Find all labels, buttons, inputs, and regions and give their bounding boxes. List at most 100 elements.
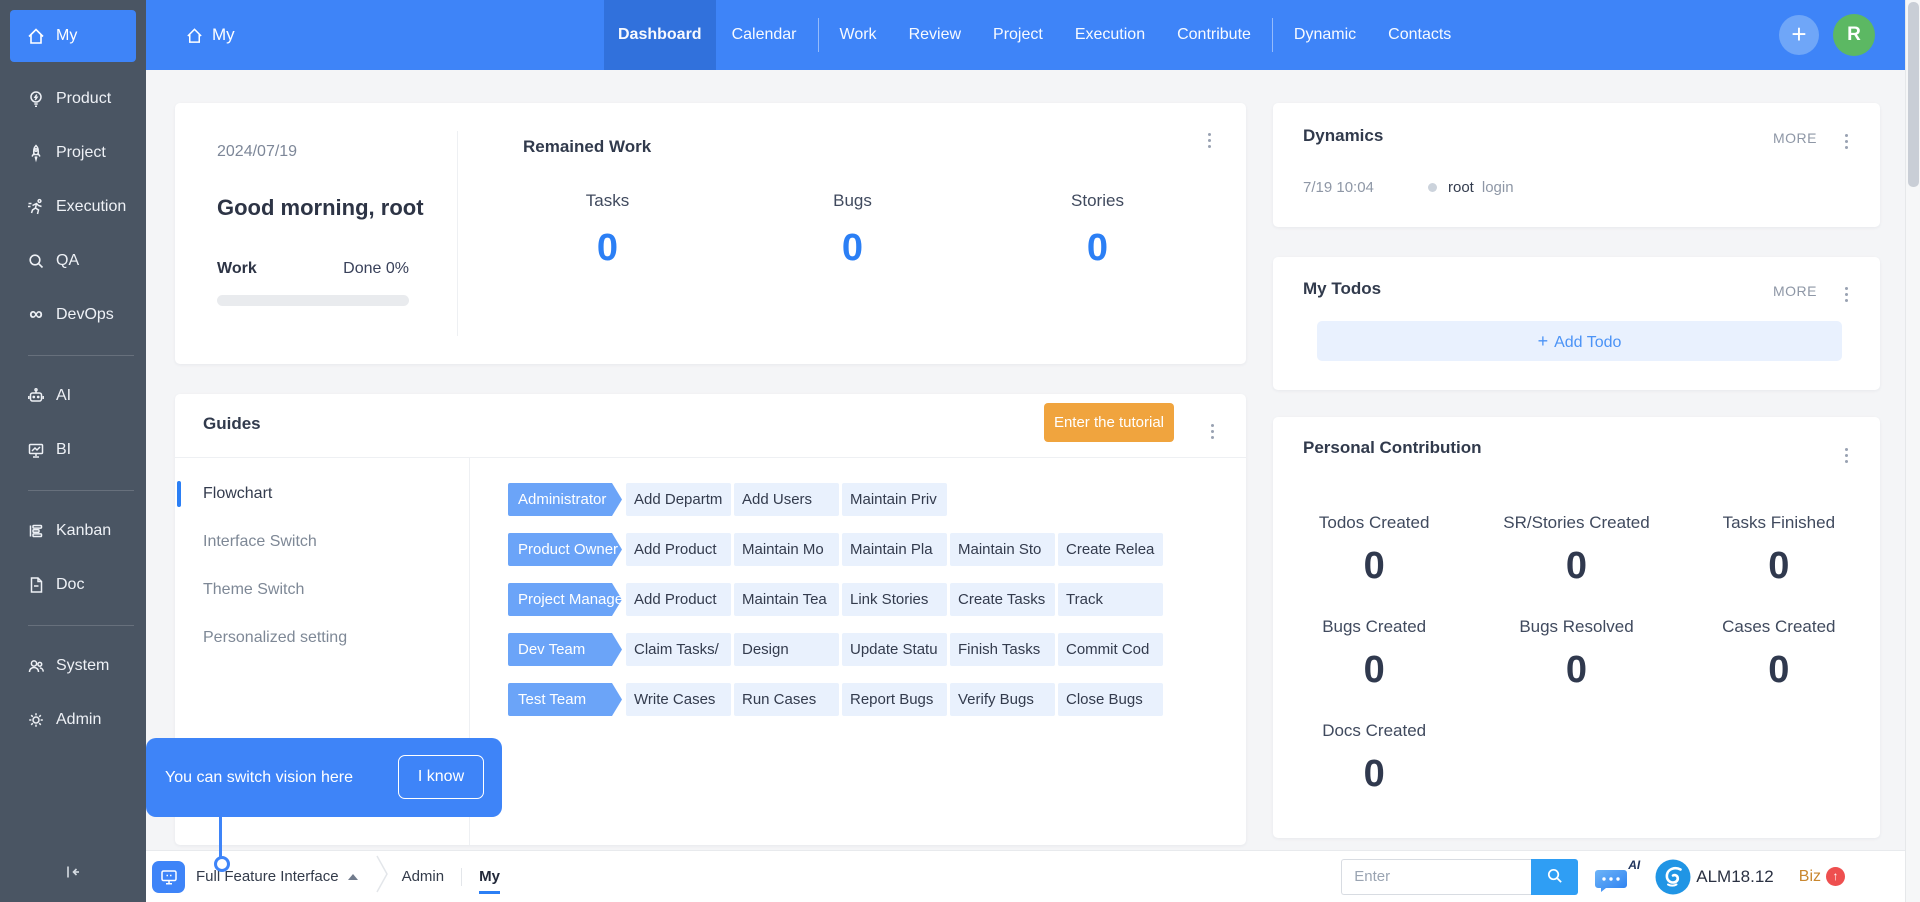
tab-contribute[interactable]: Contribute (1161, 0, 1267, 70)
contrib-label: Bugs Resolved (1475, 617, 1677, 637)
page-scrollbar[interactable] (1905, 0, 1920, 902)
flow-step[interactable]: Write Cases (626, 683, 731, 716)
zentao-dashboard: My Product Project Execution QA (0, 0, 1920, 902)
tab-separator (818, 18, 819, 52)
robot-icon (26, 386, 46, 406)
tab-dashboard[interactable]: Dashboard (604, 0, 716, 70)
guides-tab-theme-switch[interactable]: Theme Switch (175, 566, 469, 614)
flow-row-test-team: Test Team Write Cases Run Cases Report B… (508, 683, 1246, 716)
work-progress-row: Work Done 0% (217, 260, 409, 278)
flow-step[interactable]: Create Relea (1058, 533, 1163, 566)
sidebar-item-qa[interactable]: QA (0, 234, 146, 288)
sidebar-item-kanban[interactable]: Kanban (0, 504, 146, 558)
sidebar-item-my[interactable]: My (10, 10, 136, 62)
tab-calendar[interactable]: Calendar (716, 0, 813, 70)
flow-step[interactable]: Maintain Sto (950, 533, 1055, 566)
sidebar-divider (28, 355, 134, 356)
flow-step[interactable]: Maintain Pla (842, 533, 947, 566)
dynamics-more-link[interactable]: MORE (1773, 130, 1817, 146)
flow-step[interactable]: Create Tasks (950, 583, 1055, 616)
vision-switch-icon[interactable] (152, 861, 185, 893)
flow-step[interactable]: Finish Tasks (950, 633, 1055, 666)
flow-step[interactable]: Run Cases (734, 683, 839, 716)
tab-review[interactable]: Review (893, 0, 977, 70)
tab-dynamic[interactable]: Dynamic (1278, 0, 1372, 70)
stat-value[interactable]: 0 (975, 227, 1220, 270)
stat-value[interactable]: 0 (485, 227, 730, 270)
home-icon (26, 26, 46, 46)
sidebar-item-label: My (56, 27, 77, 45)
enter-tutorial-button[interactable]: Enter the tutorial (1044, 403, 1174, 442)
todos-title: My Todos (1303, 279, 1381, 299)
card-menu-button[interactable] (1204, 129, 1215, 152)
upgrade-badge-icon[interactable]: ↑ (1826, 867, 1845, 886)
flow-step[interactable]: Add Users (734, 483, 839, 516)
flow-step[interactable]: Add Departm (626, 483, 731, 516)
search-button[interactable] (1531, 859, 1578, 895)
bottom-crumb-my[interactable]: My (479, 868, 500, 894)
flow-step[interactable]: Close Bugs (1058, 683, 1163, 716)
sidebar-item-execution[interactable]: Execution (0, 180, 146, 234)
tab-contacts[interactable]: Contacts (1372, 0, 1467, 70)
navbar-breadcrumb[interactable]: My (184, 0, 235, 70)
sidebar-item-devops[interactable]: ∞ DevOps (0, 288, 146, 342)
add-todo-button[interactable]: +Add Todo (1317, 321, 1842, 361)
flow-step[interactable]: Link Stories (842, 583, 947, 616)
sidebar-item-project[interactable]: Project (0, 126, 146, 180)
create-button[interactable]: + (1779, 15, 1819, 55)
flow-step[interactable]: Maintain Tea (734, 583, 839, 616)
sidebar-item-label: QA (56, 252, 79, 270)
entry-user[interactable]: root (1448, 179, 1474, 196)
flow-step[interactable]: Design (734, 633, 839, 666)
zentao-logo[interactable] (1655, 859, 1691, 895)
flow-step[interactable]: Maintain Mo (734, 533, 839, 566)
sidebar-item-system[interactable]: System (0, 639, 146, 693)
guides-tab-personalized-setting[interactable]: Personalized setting (175, 614, 469, 662)
guides-tab-interface-switch[interactable]: Interface Switch (175, 518, 469, 566)
stat-stories: Stories 0 (975, 191, 1220, 270)
sidebar-item-label: Execution (56, 198, 126, 216)
flow-step[interactable]: Claim Tasks/ (626, 633, 731, 666)
card-menu-button[interactable] (1207, 420, 1218, 443)
personal-contribution-card: Personal Contribution Todos Created 0 SR… (1273, 417, 1880, 838)
stat-value[interactable]: 0 (730, 227, 975, 270)
scrollbar-thumb[interactable] (1908, 2, 1919, 187)
contrib-value: 0 (1678, 649, 1880, 691)
ai-assistant-icon[interactable]: AI (1594, 859, 1640, 895)
flow-step[interactable]: Maintain Priv (842, 483, 947, 516)
card-menu-button[interactable] (1841, 283, 1852, 306)
flow-role-badge: Test Team (508, 683, 622, 716)
tooltip-connector-line (219, 817, 222, 859)
sidebar-item-bi[interactable]: BI (0, 423, 146, 477)
sidebar-item-doc[interactable]: Doc (0, 558, 146, 612)
flow-step[interactable]: Add Product (626, 533, 731, 566)
card-menu-button[interactable] (1841, 130, 1852, 153)
bottom-crumb-admin[interactable]: Admin (402, 868, 445, 885)
edition-label[interactable]: Biz (1799, 868, 1821, 886)
user-avatar[interactable]: R (1833, 14, 1875, 56)
card-menu-button[interactable] (1841, 444, 1852, 467)
flow-step[interactable]: Commit Cod (1058, 633, 1163, 666)
sidebar-item-admin[interactable]: Admin (0, 693, 146, 747)
i-know-button[interactable]: I know (398, 755, 484, 799)
guides-tab-flowchart[interactable]: Flowchart (175, 470, 469, 518)
sidebar-collapse-button[interactable] (0, 850, 146, 894)
tab-execution[interactable]: Execution (1059, 0, 1161, 70)
search-input[interactable] (1341, 859, 1531, 895)
guides-title: Guides (203, 414, 261, 434)
sidebar-item-product[interactable]: Product (0, 72, 146, 126)
done-percent-label: Done 0% (343, 260, 409, 278)
flow-step[interactable]: Track (1058, 583, 1163, 616)
todos-more-link[interactable]: MORE (1773, 283, 1817, 299)
flow-row-project-manager: Project Manager Add Product Maintain Tea… (508, 583, 1246, 616)
flow-step[interactable]: Report Bugs (842, 683, 947, 716)
sidebar-item-ai[interactable]: AI (0, 369, 146, 423)
tab-project[interactable]: Project (977, 0, 1059, 70)
flow-step[interactable]: Update Statu (842, 633, 947, 666)
quick-search (1341, 859, 1578, 895)
flow-step[interactable]: Verify Bugs (950, 683, 1055, 716)
flow-step[interactable]: Add Product (626, 583, 731, 616)
bottom-bar-right: AI ALM18.12 Biz ↑ (1341, 859, 1905, 895)
caret-up-icon[interactable] (348, 874, 358, 880)
tab-work[interactable]: Work (824, 0, 893, 70)
